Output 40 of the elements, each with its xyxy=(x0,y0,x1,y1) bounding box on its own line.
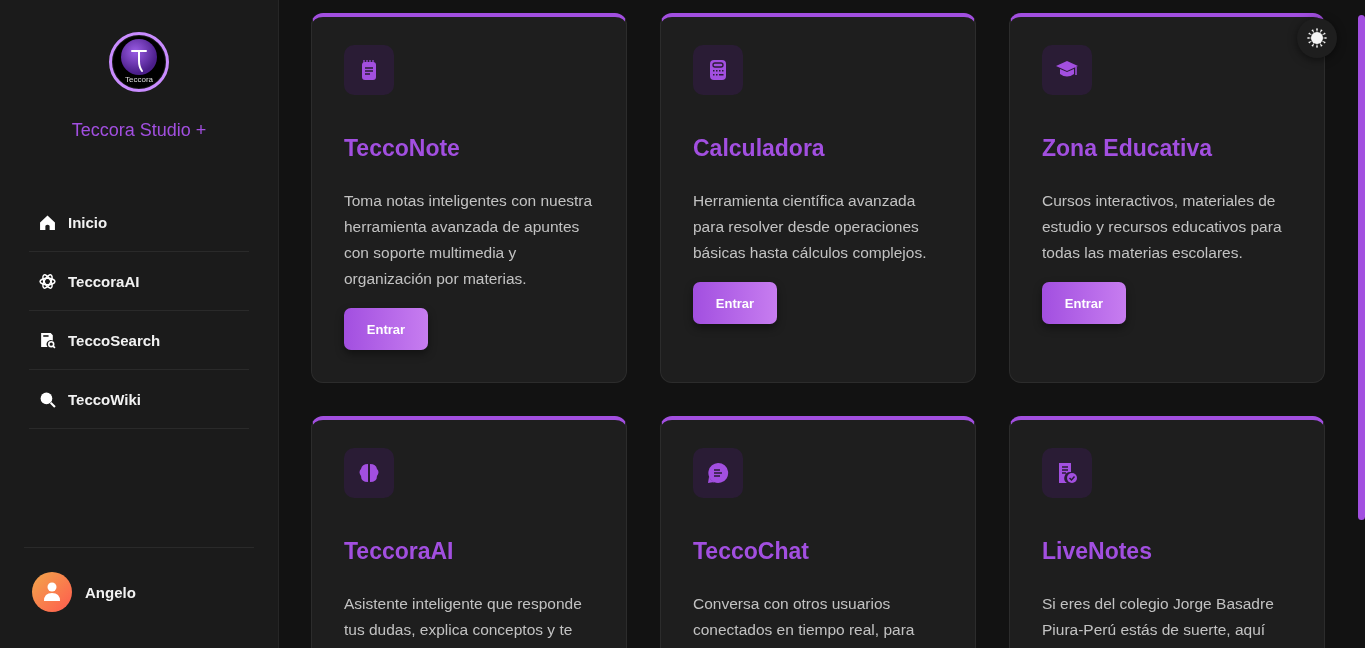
atom-icon xyxy=(39,272,56,290)
nav-item[interactable]: Inicio xyxy=(29,193,249,252)
card-description: Herramienta científica avanzada para resolver desde operaciones básicas hasta cálculos complejos. xyxy=(693,191,928,263)
theme-toggle-button[interactable] xyxy=(1297,18,1337,58)
nav-item[interactable]: TeccoSearch xyxy=(29,311,249,370)
calculator-icon xyxy=(693,45,743,95)
card-title: Calculadora xyxy=(693,135,826,162)
nav-item[interactable]: TeccoWiki xyxy=(29,370,249,429)
nav-label: TeccoWiki xyxy=(68,390,141,408)
nav-label: TeccoSearch xyxy=(68,331,161,349)
nav-label: Inicio xyxy=(68,213,108,231)
home-icon xyxy=(39,213,56,231)
notepad-icon xyxy=(344,45,394,95)
card-description: Asistente inteligente que responde tus dudas, explica conceptos y te xyxy=(344,594,583,640)
card-description: Cursos interactivos, materiales de estudio y recursos educativos para todas las materias escolares. xyxy=(1042,191,1283,263)
search-icon xyxy=(39,390,56,408)
scrollbar-thumb[interactable] xyxy=(1358,15,1365,520)
brain-icon xyxy=(344,448,394,498)
nav-label: TeccoraAI xyxy=(68,272,140,290)
sun-icon xyxy=(1307,28,1327,48)
avatar-icon xyxy=(32,572,72,612)
card-title: LiveNotes xyxy=(1042,538,1153,565)
enter-button[interactable]: Entrar xyxy=(1042,282,1126,324)
card-title: TeccoChat xyxy=(693,538,810,565)
document-search-icon xyxy=(39,331,56,349)
user-name: Angelo xyxy=(85,583,136,601)
card-title: TeccoraAI xyxy=(344,538,455,565)
document-check-icon xyxy=(1042,448,1092,498)
chat-bubble-icon xyxy=(693,448,743,498)
enter-button[interactable]: Entrar xyxy=(693,282,777,324)
card-description: Toma notas inteligentes con nuestra herramienta avanzada de apuntes con soporte multimedia y organización por materias. xyxy=(344,191,594,289)
card-description: Si eres del colegio Jorge Basadre Piura-Perú estás de suerte, aquí xyxy=(1042,594,1275,640)
brand-name: Teccora Studio + xyxy=(71,120,207,141)
logo-text: Teccora xyxy=(124,75,154,84)
card-title: TeccoNote xyxy=(344,135,461,162)
card-title: Zona Educativa xyxy=(1042,135,1214,162)
card-description: Conversa con otros usuarios conectados en tiempo real, para xyxy=(693,594,916,640)
enter-button[interactable]: Entrar xyxy=(344,308,428,350)
nav-item[interactable]: TeccoraAI xyxy=(29,252,249,311)
graduation-cap-icon xyxy=(1042,45,1092,95)
